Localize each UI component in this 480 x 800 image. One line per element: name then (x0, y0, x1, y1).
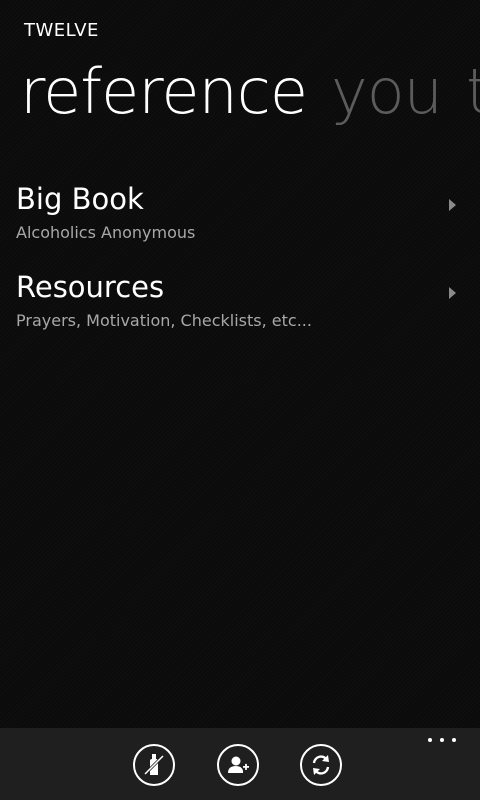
list-item-big-book[interactable]: Big Book Alcoholics Anonymous (16, 181, 456, 255)
pivot-tab-next[interactable]: t (466, 54, 480, 130)
list-item-title: Big Book (16, 182, 144, 216)
list-item-subtitle: Alcoholics Anonymous (16, 223, 196, 242)
add-contact-icon (228, 756, 249, 773)
list-item-title: Resources (16, 270, 165, 304)
app-bar (0, 728, 480, 800)
chevron-right-icon (449, 287, 456, 299)
sync-button[interactable] (300, 744, 342, 786)
no-drinking-button[interactable] (133, 744, 175, 786)
app-title: TWELVE (24, 20, 99, 41)
chevron-right-icon (449, 199, 456, 211)
list-item-resources[interactable]: Resources Prayers, Motivation, Checklist… (16, 269, 456, 343)
list-item-subtitle: Prayers, Motivation, Checklists, etc... (16, 311, 312, 330)
sync-icon (312, 755, 330, 775)
no-drinking-bottle-icon (143, 754, 165, 776)
add-contact-button[interactable] (217, 744, 259, 786)
pivot-tab-reference[interactable]: reference (20, 54, 308, 130)
pivot-header: reference you t (20, 54, 480, 134)
pivot-tab-you[interactable]: you (331, 54, 443, 130)
more-ellipsis-icon[interactable] (428, 736, 456, 744)
